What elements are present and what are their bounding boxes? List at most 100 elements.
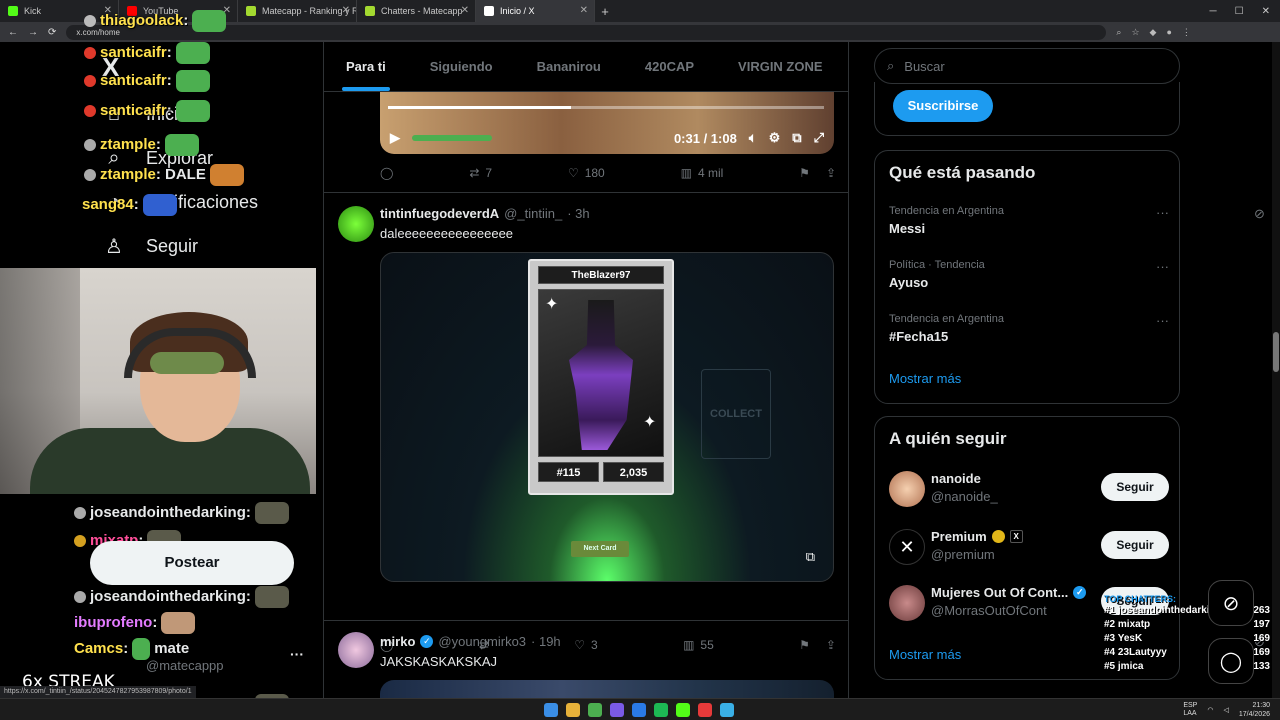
- volume-slider[interactable]: [412, 135, 492, 141]
- app-icon[interactable]: [632, 703, 646, 717]
- wifi-icon[interactable]: ◠: [1207, 706, 1213, 714]
- messages-button[interactable]: ◯: [1208, 638, 1254, 684]
- close-window-icon[interactable]: ✕: [1262, 6, 1270, 17]
- chat-user: ztample: [100, 165, 156, 183]
- chat-bubble-icon: ◯: [1219, 650, 1243, 673]
- app-icon[interactable]: [720, 703, 734, 717]
- account-handle[interactable]: @matecappp: [146, 658, 224, 673]
- share-icon[interactable]: ⇪: [826, 166, 836, 180]
- author-handle[interactable]: @youngmirko3: [438, 634, 526, 649]
- follow-handle: @premium: [931, 547, 995, 562]
- clock[interactable]: 21:30 17/4/2026: [1239, 701, 1270, 719]
- menu-icon[interactable]: ⋮: [1182, 27, 1191, 38]
- video-progress-bar[interactable]: [388, 106, 824, 109]
- reload-icon[interactable]: ⟳: [48, 27, 56, 38]
- tweet-media[interactable]: COLLECT TheBlazer97 ✦ ✦ #115 2,035 Next …: [380, 252, 834, 582]
- folder-icon[interactable]: [566, 703, 580, 717]
- tab-bananirou[interactable]: Bananirou: [515, 42, 623, 91]
- more-icon[interactable]: ···: [1156, 313, 1169, 328]
- close-icon[interactable]: ✕: [461, 5, 469, 16]
- trend-item[interactable]: Tendencia en Argentina Messi ···: [889, 205, 1169, 236]
- profile-icon[interactable]: ●: [1166, 27, 1171, 38]
- follow-button[interactable]: Seguir: [1101, 531, 1169, 559]
- app-icon[interactable]: [610, 703, 624, 717]
- show-more-follow-link[interactable]: Mostrar más: [889, 647, 961, 662]
- tab-siguiendo[interactable]: Siguiendo: [408, 42, 515, 91]
- extension-icon[interactable]: ◆: [1150, 27, 1157, 38]
- tweet-media[interactable]: [380, 680, 834, 698]
- language-indicator[interactable]: ESP LAA: [1183, 702, 1197, 718]
- show-more-trends-link[interactable]: Mostrar más: [889, 371, 961, 386]
- browser-tab-x[interactable]: Inicio / X ✕: [476, 0, 595, 22]
- system-tray: ESP LAA ◠ ◁ 21:30 17/4/2026: [1183, 701, 1270, 719]
- new-tab-button[interactable]: +: [595, 0, 615, 22]
- chat-user: ibuprofeno: [74, 613, 153, 631]
- play-icon[interactable]: ▶: [390, 130, 400, 146]
- post-button[interactable]: Postear: [90, 541, 294, 585]
- account-name[interactable]: mate: [154, 640, 189, 657]
- reply-button[interactable]: ◯: [380, 166, 393, 180]
- alt-media-icon[interactable]: ⧉: [806, 549, 815, 565]
- volume-icon[interactable]: 🔈︎: [749, 130, 757, 146]
- views-button[interactable]: ▥ 4 mil: [681, 166, 724, 180]
- avatar[interactable]: [338, 632, 374, 668]
- tab-virgin-zone[interactable]: VIRGIN ZONE: [716, 42, 845, 91]
- bookmark-icon[interactable]: ⚑: [799, 166, 810, 180]
- grok-button[interactable]: ⊘: [1208, 580, 1254, 626]
- leaderboard-rank: #1 joseandointhedarking: [1104, 605, 1222, 616]
- chat-text: : DALE: [155, 165, 206, 183]
- pip-icon[interactable]: ⧉: [792, 130, 801, 146]
- retweet-button[interactable]: ⇄ 7: [469, 166, 492, 180]
- trend-topic: Messi: [889, 221, 926, 236]
- minimize-icon[interactable]: ─: [1210, 6, 1217, 17]
- grok-icon[interactable]: ⊘: [1254, 206, 1265, 222]
- search-input[interactable]: ⌕ Buscar: [874, 48, 1180, 84]
- chat-badge-icon: [84, 47, 96, 59]
- start-icon[interactable]: [544, 703, 558, 717]
- chrome-icon[interactable]: [588, 703, 602, 717]
- subscribe-button[interactable]: Suscribirse: [893, 90, 993, 122]
- close-icon[interactable]: ✕: [580, 5, 588, 16]
- maximize-icon[interactable]: ☐: [1235, 6, 1244, 17]
- retweet-icon: ⇄: [469, 166, 480, 180]
- author-name[interactable]: mirko: [380, 634, 415, 649]
- back-icon[interactable]: ←: [8, 27, 18, 38]
- author-name[interactable]: tintinfuegodeverdA: [380, 206, 499, 221]
- author-handle[interactable]: @_tintiin_: [504, 206, 562, 221]
- avatar[interactable]: [889, 471, 925, 507]
- star-icon[interactable]: ☆: [1131, 27, 1139, 38]
- browser-tab-chatters[interactable]: Chatters - Matecapp ✕: [357, 0, 476, 22]
- avatar[interactable]: [889, 585, 925, 621]
- more-icon[interactable]: ···: [1156, 259, 1169, 274]
- spotify-icon[interactable]: [654, 703, 668, 717]
- obs-icon[interactable]: [698, 703, 712, 717]
- speaker-icon[interactable]: ◁: [1223, 706, 1228, 714]
- trend-item[interactable]: Política · Tendencia Ayuso ···: [889, 259, 1169, 290]
- follow-suggestion[interactable]: nanoide @nanoide_ Seguir: [889, 471, 1169, 511]
- tweet-time[interactable]: · 3h: [567, 206, 589, 221]
- tweet-text: JAKSKASKAKSKAJ: [380, 654, 498, 669]
- fullscreen-icon[interactable]: ⤢: [814, 130, 824, 146]
- like-button[interactable]: ♡ 180: [568, 166, 605, 180]
- settings-icon[interactable]: ⚙: [769, 130, 781, 146]
- tab-420cap[interactable]: 420CAP: [623, 42, 716, 91]
- trend-item[interactable]: Tendencia en Argentina #Fecha15 ···: [889, 313, 1169, 344]
- close-icon[interactable]: ✕: [342, 5, 350, 16]
- zoom-icon[interactable]: ⌕: [1116, 27, 1121, 38]
- follow-suggestion[interactable]: ✕ Premium X @premium Seguir: [889, 529, 1169, 569]
- page-scrollbar[interactable]: [1272, 42, 1280, 698]
- x-avatar-icon[interactable]: ✕: [889, 529, 925, 565]
- avatar[interactable]: [338, 206, 374, 242]
- account-more-icon[interactable]: ···: [290, 646, 304, 662]
- nav-item-follow[interactable]: ♙ Seguir: [96, 224, 316, 268]
- kick-icon[interactable]: [676, 703, 690, 717]
- chat-line: ibuprofeno:: [74, 612, 196, 634]
- browser-tab-matecapp-ranking[interactable]: Matecapp - Ranking y Racha d✕: [238, 0, 357, 22]
- scrollbar-thumb[interactable]: [1273, 332, 1279, 372]
- tweet-time[interactable]: · 19h: [531, 634, 561, 649]
- more-icon[interactable]: ···: [1156, 205, 1169, 220]
- video-player[interactable]: ▶ 0:31 / 1:08 🔈︎ ⚙ ⧉ ⤢: [380, 92, 834, 154]
- follow-button[interactable]: Seguir: [1101, 473, 1169, 501]
- forward-icon[interactable]: →: [28, 27, 38, 38]
- tab-para-ti[interactable]: Para ti: [324, 42, 408, 91]
